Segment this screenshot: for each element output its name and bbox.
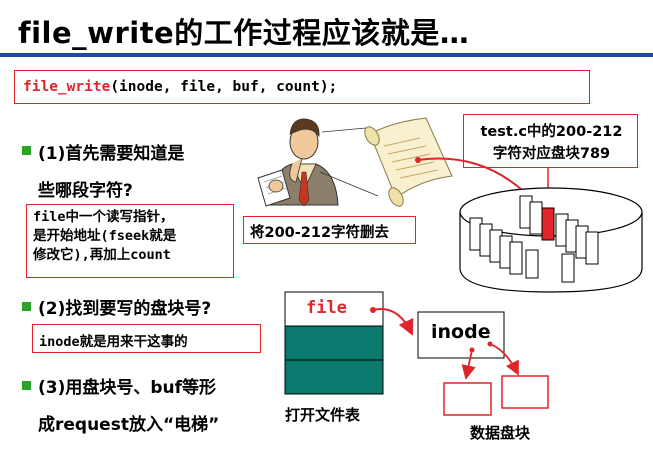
inode-label: inode bbox=[431, 321, 491, 343]
file-table-caption: 打开文件表 bbox=[285, 406, 361, 424]
data-block-1 bbox=[443, 382, 492, 416]
data-block-2 bbox=[501, 375, 549, 409]
diagram-graphics bbox=[257, 117, 643, 416]
file-table-entry-label: file bbox=[306, 298, 347, 318]
data-blocks-caption: 数据盘块 bbox=[470, 424, 531, 442]
disk-cylinder-icon bbox=[459, 187, 643, 293]
